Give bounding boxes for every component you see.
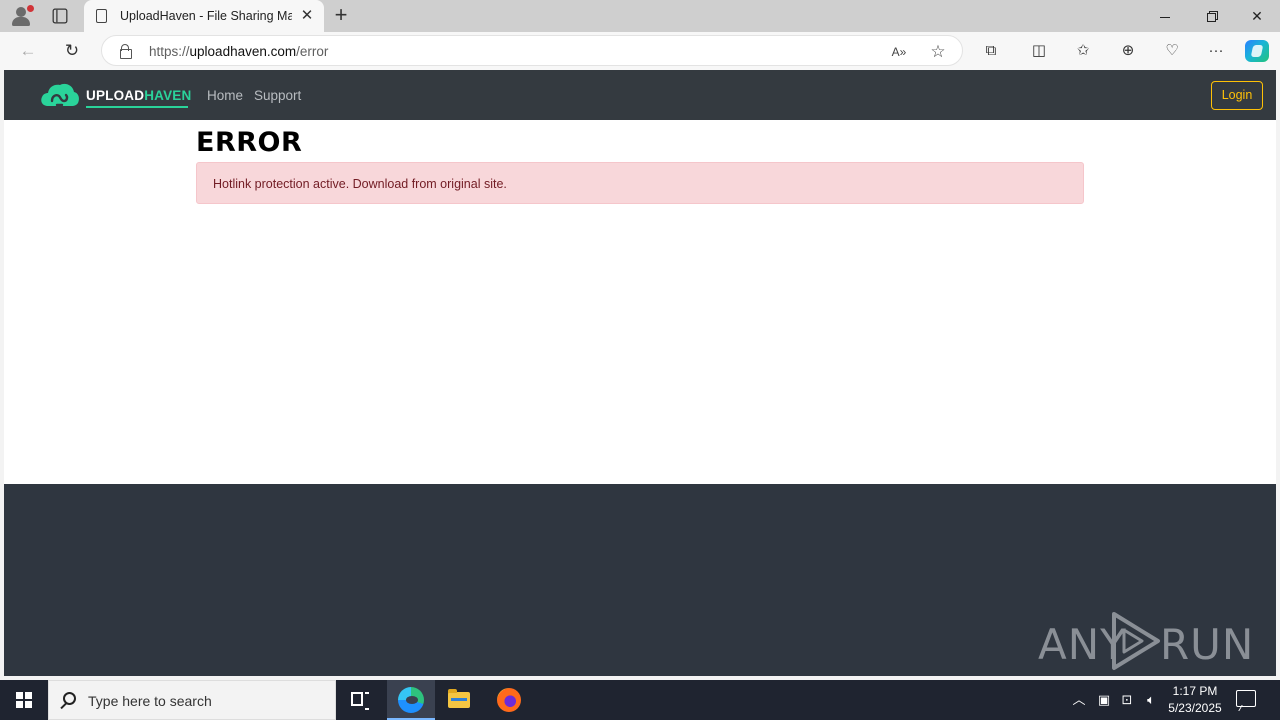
watermark-right-text: RUN xyxy=(1160,620,1255,669)
back-icon[interactable]: ← xyxy=(15,38,41,64)
edge-icon[interactable] xyxy=(387,680,435,720)
nav-link-support[interactable]: Support xyxy=(254,88,301,103)
copilot-icon[interactable] xyxy=(1245,40,1269,62)
page-icon xyxy=(96,9,107,23)
notification-icon[interactable] xyxy=(1236,690,1256,707)
task-view-icon[interactable] xyxy=(336,680,384,720)
clock-time: 1:17 PM xyxy=(1172,684,1218,698)
windows-start-icon[interactable] xyxy=(0,680,48,720)
address-bar[interactable]: https://uploadhaven.com/error A» ☆ xyxy=(101,35,963,66)
anyrun-watermark: ANY RUN xyxy=(1038,610,1253,672)
network-icon[interactable]: ⊡ xyxy=(1116,680,1138,720)
page-title: ERROR xyxy=(196,127,303,158)
cloud-logo-icon xyxy=(41,83,79,107)
error-message: Hotlink protection active. Download from… xyxy=(213,177,507,191)
url-text[interactable]: https://uploadhaven.com/error xyxy=(149,44,328,59)
reload-icon[interactable]: ↻ xyxy=(59,38,85,64)
taskbar-clock[interactable]: 1:17 PM 5/23/2025 xyxy=(1162,683,1228,717)
clock-date: 5/23/2025 xyxy=(1168,701,1222,715)
search-placeholder: Type here to search xyxy=(88,693,212,709)
more-icon[interactable]: ··· xyxy=(1204,40,1228,62)
tab-title: UploadHaven - File Sharing Made Easy xyxy=(120,9,292,23)
new-tab-icon[interactable]: + xyxy=(330,4,352,28)
extensions-icon[interactable]: ⧉ xyxy=(979,40,1003,62)
meet-now-icon[interactable]: ▣ xyxy=(1093,680,1115,720)
logo-text: UPLOADHAVEN xyxy=(86,88,191,103)
logo-main: UPLOAD xyxy=(86,88,145,103)
file-explorer-icon[interactable] xyxy=(435,680,483,720)
restore-button[interactable] xyxy=(1188,0,1234,32)
browser-essentials-icon[interactable]: ♡ xyxy=(1160,40,1184,62)
split-screen-icon[interactable]: ◫ xyxy=(1027,40,1051,62)
search-icon xyxy=(63,692,76,705)
windows-taskbar: Type here to search ︿ ▣ ⊡ 🔈︎ 1:17 PM 5/2… xyxy=(0,680,1280,720)
profile-icon[interactable] xyxy=(8,4,34,28)
collections-icon[interactable]: ⊕ xyxy=(1116,40,1140,62)
tab-actions-icon[interactable] xyxy=(52,8,68,24)
url-path: /error xyxy=(296,44,329,59)
browser-toolbar: ← ↻ https://uploadhaven.com/error A» ☆ ⧉… xyxy=(0,32,1280,70)
error-alert: Hotlink protection active. Download from… xyxy=(196,162,1084,204)
firefox-icon[interactable] xyxy=(485,680,533,720)
taskbar-search-input[interactable]: Type here to search xyxy=(48,680,336,720)
volume-icon[interactable]: 🔈︎ xyxy=(1140,680,1162,720)
browser-tab[interactable]: UploadHaven - File Sharing Made Easy ✕ xyxy=(84,0,324,32)
window-close-button[interactable]: ✕ xyxy=(1234,0,1280,32)
url-domain: uploadhaven.com xyxy=(189,44,297,59)
lock-icon[interactable] xyxy=(120,44,132,59)
nav-link-home[interactable]: Home xyxy=(207,88,243,103)
site-footer: ANY RUN xyxy=(4,484,1276,676)
tab-close-icon[interactable]: ✕ xyxy=(298,7,316,25)
minimize-button[interactable] xyxy=(1142,0,1188,32)
page-viewport: UPLOADHAVEN Home Support Login ERROR Hot… xyxy=(4,70,1276,676)
play-logo-icon xyxy=(1112,612,1160,670)
favorites-icon[interactable]: ✩ xyxy=(1071,40,1095,62)
site-logo[interactable]: UPLOADHAVEN xyxy=(40,77,191,111)
favorite-star-icon[interactable]: ☆ xyxy=(928,42,948,62)
browser-title-bar: UploadHaven - File Sharing Made Easy ✕ +… xyxy=(0,0,1280,32)
site-navbar: UPLOADHAVEN Home Support Login xyxy=(4,70,1276,120)
tray-chevron-up-icon[interactable]: ︿ xyxy=(1068,680,1090,720)
url-prefix: https:// xyxy=(149,44,190,59)
logo-underline xyxy=(86,106,188,108)
logo-accent: HAVEN xyxy=(144,88,192,103)
login-button[interactable]: Login xyxy=(1211,81,1263,110)
read-aloud-icon[interactable]: A» xyxy=(889,42,909,62)
